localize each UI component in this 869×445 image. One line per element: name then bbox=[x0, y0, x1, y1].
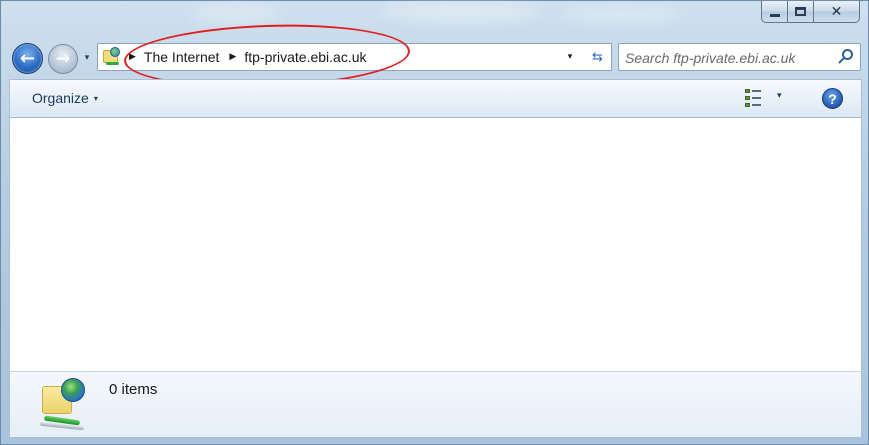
breadcrumb-separator-icon[interactable]: ▶ bbox=[129, 52, 136, 62]
details-pane: 0 items bbox=[9, 371, 862, 438]
minimize-icon bbox=[769, 14, 780, 17]
help-icon: ? bbox=[828, 90, 837, 107]
forward-arrow-icon: → bbox=[55, 49, 71, 69]
forward-button[interactable]: → bbox=[48, 44, 78, 74]
breadcrumb-separator-icon[interactable]: ▶ bbox=[229, 52, 236, 62]
command-bar: Organize ▾ ▾ ? bbox=[9, 79, 862, 118]
maximize-button[interactable] bbox=[788, 1, 814, 23]
recent-pages-button[interactable]: ▾ bbox=[81, 51, 93, 65]
search-icon[interactable] bbox=[838, 49, 854, 65]
address-history-dropdown[interactable]: ▾ bbox=[559, 44, 581, 70]
help-button[interactable]: ? bbox=[822, 88, 843, 109]
refresh-icon: ⇆ bbox=[592, 49, 603, 65]
close-icon: ✕ bbox=[830, 3, 843, 20]
search-input[interactable] bbox=[625, 48, 830, 68]
chevron-down-icon: ▾ bbox=[567, 52, 573, 62]
minimize-button[interactable] bbox=[761, 1, 788, 23]
address-bar[interactable]: ▶ The Internet ▶ ftp-private.ebi.ac.uk ▾ bbox=[97, 43, 612, 71]
background-decoration bbox=[561, 9, 681, 21]
network-location-icon bbox=[101, 46, 123, 68]
organize-label: Organize bbox=[32, 90, 89, 106]
search-box[interactable] bbox=[618, 43, 861, 71]
background-decoration bbox=[381, 3, 541, 21]
change-view-button[interactable] bbox=[743, 88, 765, 108]
refresh-button[interactable]: ⇆ bbox=[584, 43, 612, 71]
background-decoration bbox=[191, 7, 281, 21]
explorer-window: ✕ ← → ▾ ▶ The Internet ▶ ftp-private.ebi… bbox=[0, 0, 869, 445]
back-arrow-icon: ← bbox=[19, 48, 36, 69]
chevron-down-icon: ▾ bbox=[84, 53, 90, 63]
breadcrumb-the-internet[interactable]: The Internet bbox=[144, 49, 220, 65]
view-options-dropdown[interactable]: ▾ bbox=[777, 91, 782, 101]
file-list-pane[interactable] bbox=[9, 118, 862, 371]
breadcrumb-ftp-site[interactable]: ftp-private.ebi.ac.uk bbox=[244, 49, 366, 65]
chevron-down-icon: ▾ bbox=[93, 93, 98, 103]
maximize-icon bbox=[795, 7, 806, 16]
close-button[interactable]: ✕ bbox=[814, 1, 860, 23]
ftp-location-icon bbox=[38, 378, 88, 431]
organize-button[interactable]: Organize ▾ bbox=[32, 90, 98, 106]
back-button[interactable]: ← bbox=[12, 43, 43, 74]
item-count: 0 items bbox=[109, 381, 158, 398]
window-caption-buttons: ✕ bbox=[761, 1, 860, 23]
